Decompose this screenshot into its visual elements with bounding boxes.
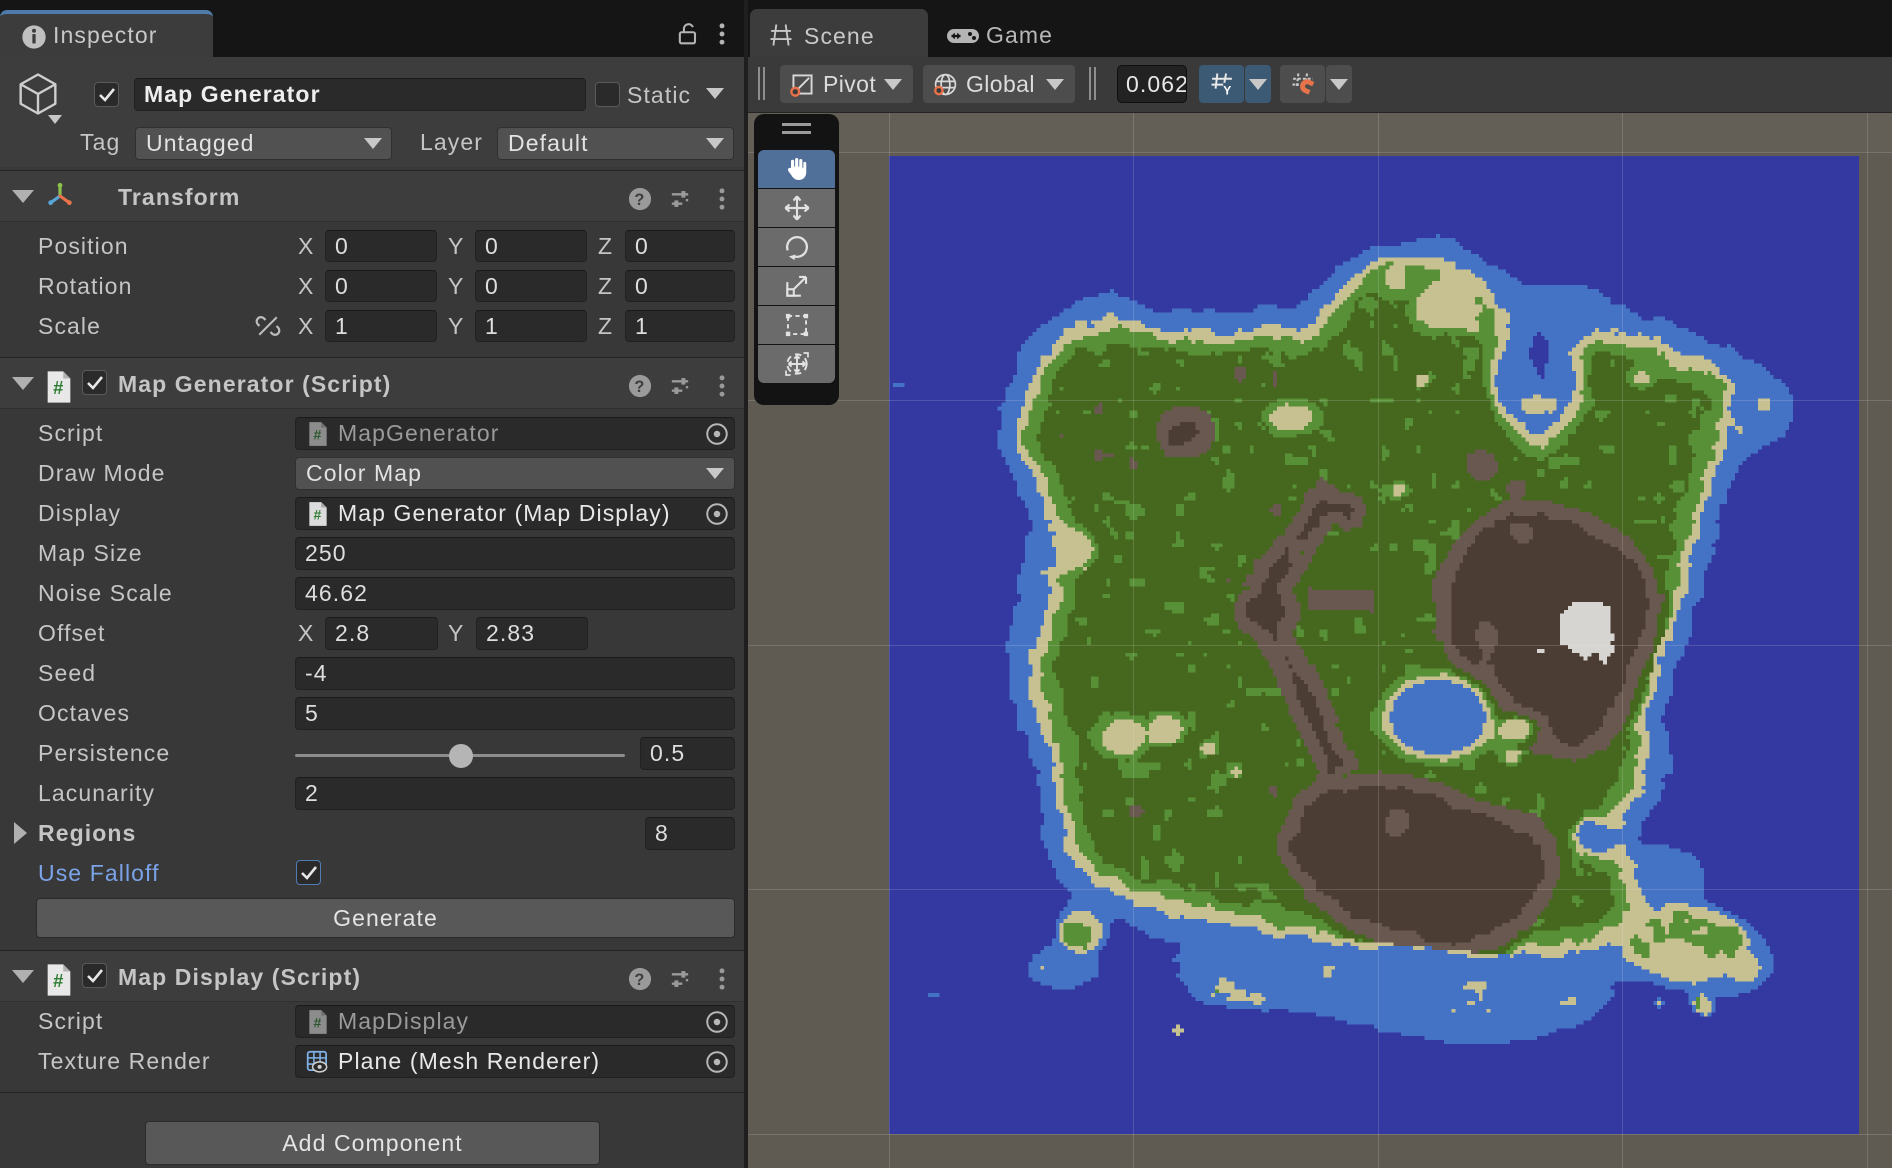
svg-text:#: # bbox=[313, 1014, 322, 1030]
svg-text:#: # bbox=[313, 426, 322, 442]
svg-text:?: ? bbox=[634, 971, 645, 989]
svg-text:#: # bbox=[313, 506, 322, 522]
svg-text:Y: Y bbox=[1223, 84, 1232, 98]
svg-text:?: ? bbox=[634, 191, 645, 209]
svg-text:#: # bbox=[53, 970, 65, 991]
svg-text:#: # bbox=[53, 377, 65, 398]
svg-text:?: ? bbox=[634, 378, 645, 396]
